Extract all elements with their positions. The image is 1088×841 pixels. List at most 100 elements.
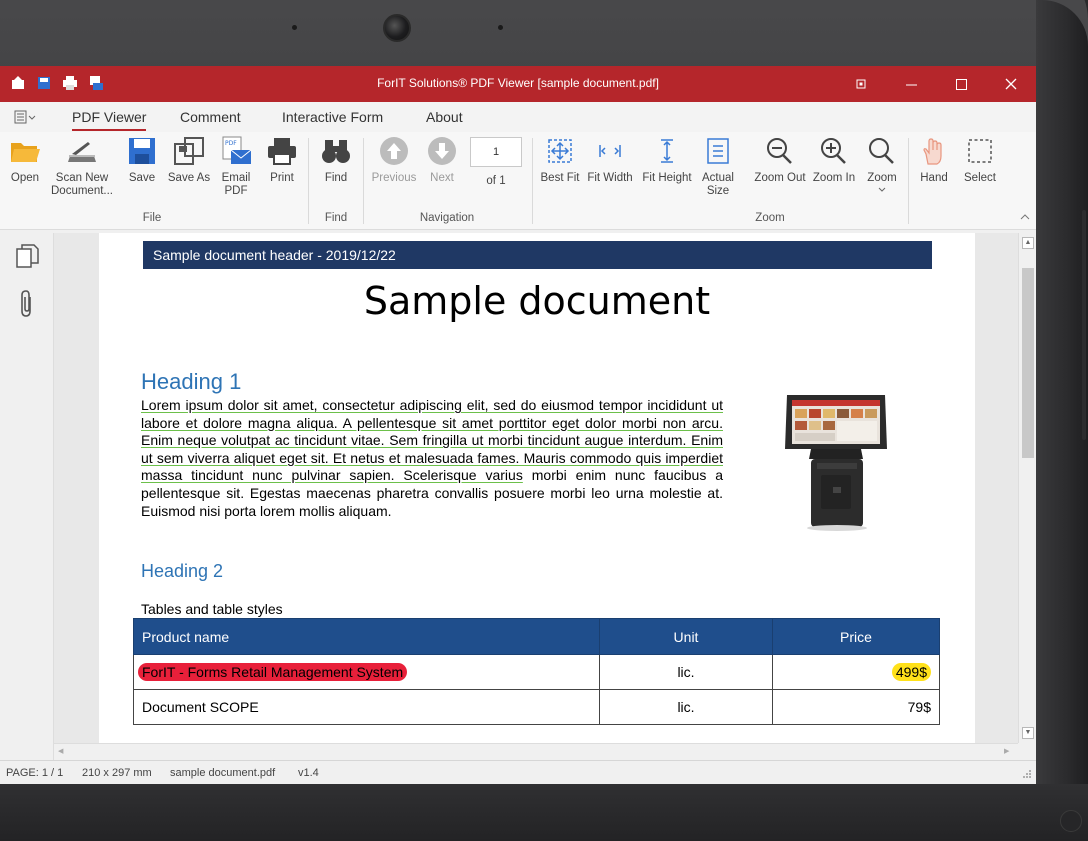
open-button[interactable]: Open [4,136,46,185]
group-separator [908,138,909,224]
maximize-button[interactable] [936,66,986,102]
close-button[interactable] [986,66,1036,102]
fit-height-icon [661,139,673,163]
document-viewport: Sample document header - 2019/12/22 Samp… [54,233,1018,743]
fit-width-icon [599,145,621,157]
actual-size-button[interactable]: Actual Size [698,136,738,198]
zoom-in-icon [821,138,846,164]
vertical-scrollbar[interactable]: ▲ ▼ [1018,233,1036,743]
scanner-icon [68,142,96,162]
sensor-dot [292,25,297,30]
print-button[interactable]: Print [262,136,302,185]
tab-about[interactable]: About [426,109,463,125]
tab-comment[interactable]: Comment [180,109,241,125]
save-as-label: Save As [167,172,211,184]
sensor-dot [498,25,503,30]
heading-1: Heading 1 [141,369,242,394]
best-fit-label: Best Fit [540,172,580,184]
scroll-up-icon[interactable]: ▲ [1022,237,1034,249]
group-label-file: File [142,212,162,224]
table-row: ForIT - Forms Retail Management System l… [133,654,940,690]
scan-new-document-button[interactable]: Scan New Document... [48,136,116,198]
save-label: Save [128,172,156,184]
scrollbar-thumb[interactable] [1022,268,1034,458]
hand-icon [923,138,942,165]
product-table: Product name Unit Price ForIT - Forms Re… [133,618,940,725]
hand-tool-button[interactable]: Hand [914,136,954,185]
scroll-down-icon[interactable]: ▼ [1022,727,1034,739]
group-label-zoom: Zoom [755,212,785,224]
best-fit-icon [548,139,572,163]
previous-page-button[interactable]: Previous [370,136,418,185]
body-paragraph: Lorem ipsum dolor sit amet, consectetur … [141,397,723,520]
fit-height-label: Fit Height [642,172,692,184]
zoom-in-label: Zoom In [812,172,856,184]
save-button[interactable]: Save [124,136,160,185]
restore-view-icon[interactable] [836,66,886,102]
email-pdf-icon: PDF [222,136,252,164]
ribbon: Open Scan New Document... Save Save As P… [0,132,1036,230]
best-fit-button[interactable]: Best Fit [538,136,582,185]
hand-label: Hand [920,172,948,184]
zoom-out-button[interactable]: Zoom Out [752,136,808,185]
email-pdf-button[interactable]: PDF Email PDF [216,136,256,198]
scroll-left-icon[interactable]: ◀ [58,747,68,757]
product-name-cell: Document SCOPE [133,689,600,725]
device-side-notch [1082,210,1086,440]
tab-interactive-form[interactable]: Interactive Form [282,109,383,125]
fit-height-button[interactable]: Fit Height [640,136,694,185]
pos-terminal-image [785,395,887,531]
group-label-find: Find [324,212,348,224]
pages-icon[interactable] [14,243,40,269]
folder-icon [11,143,40,162]
zoom-dropdown-button[interactable]: Zoom [862,136,902,193]
zoom-out-icon [767,138,792,164]
column-header-product-name: Product name [133,618,600,655]
app-menu-icon[interactable] [14,110,36,124]
find-button[interactable]: Find [316,136,356,185]
binoculars-icon [322,140,350,163]
fit-width-button[interactable]: Fit Width [586,136,634,185]
device-button [1060,810,1082,832]
status-file-name: sample document.pdf [170,767,276,779]
table-row: Document SCOPE lic. 79$ [133,689,940,725]
minimize-button[interactable] [886,66,936,102]
highlight-annotation[interactable]: ForIT - Forms Retail Management System [138,663,408,681]
resize-grip-icon[interactable] [1022,769,1032,779]
actual-size-label: Actual Size [702,172,734,197]
horizontal-scrollbar[interactable]: ◀ ▶ [54,743,1018,760]
select-label: Select [964,172,996,184]
arrow-down-icon [428,137,456,165]
zoom-out-label: Zoom Out [754,172,806,184]
unit-cell: lic. [599,689,773,725]
select-tool-button[interactable]: Select [960,136,1000,185]
save-as-button[interactable]: Save As [166,136,212,185]
left-sidebar [0,233,54,760]
status-bar: PAGE: 1 / 1 210 x 297 mm sample document… [0,760,1036,784]
actual-size-icon [707,138,729,164]
group-separator [308,138,309,224]
next-page-button[interactable]: Next [422,136,462,185]
device-bezel-edge [1036,0,1088,841]
tab-pdf-viewer[interactable]: PDF Viewer [72,109,147,131]
document-title: Sample document [363,279,711,323]
open-label: Open [10,172,40,184]
price-cell: 499$ [772,654,940,690]
attachment-icon[interactable] [16,289,38,319]
highlight-annotation[interactable]: 499$ [891,663,931,681]
status-pdf-version: v1.4 [298,767,319,779]
table-caption: Tables and table styles [141,601,283,617]
device-bezel-bottom [0,784,1088,841]
collapse-ribbon-icon[interactable] [1020,212,1030,223]
price-cell: 79$ [772,689,940,725]
scan-label: Scan New Document... [51,172,113,197]
camera [383,14,411,42]
group-separator [363,138,364,224]
group-separator [532,138,533,224]
menu-bar: PDF Viewer Comment Interactive Form Abou… [0,102,1036,132]
scroll-right-icon[interactable]: ▶ [1004,747,1014,757]
title-bar: ForIT Solutions® PDF Viewer [sample docu… [0,66,1036,102]
printer-icon [268,138,296,165]
zoom-in-button[interactable]: Zoom In [810,136,858,185]
page-number-input[interactable]: 1 [470,137,522,167]
